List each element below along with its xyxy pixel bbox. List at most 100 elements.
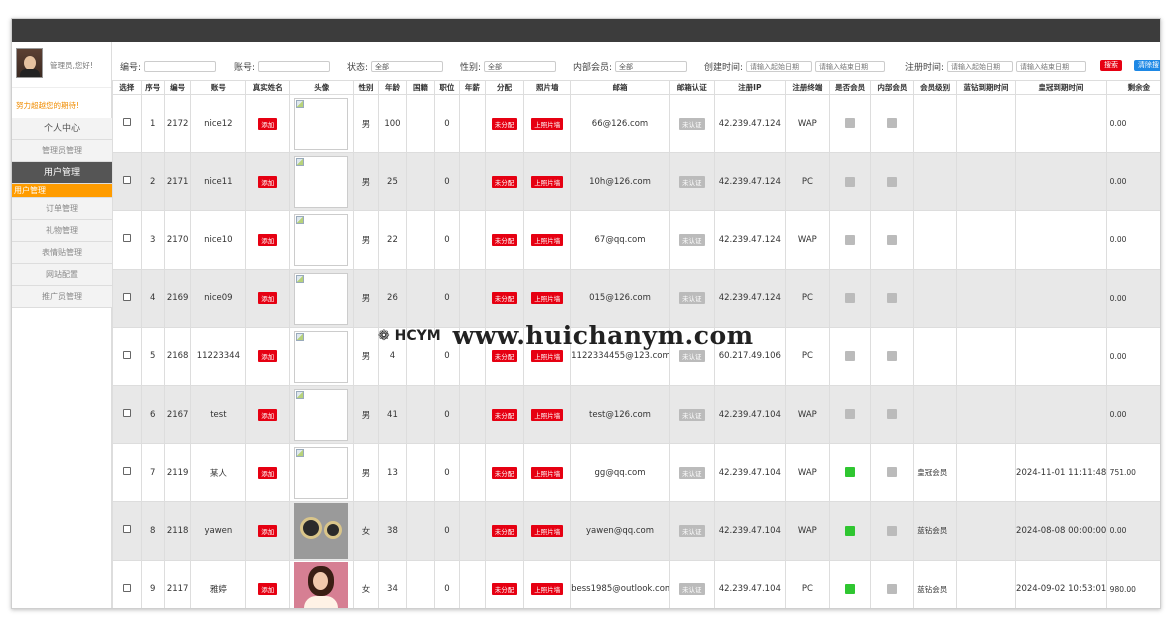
- reg-start-input[interactable]: [947, 61, 1014, 72]
- add-realname-button[interactable]: 添加: [258, 466, 278, 479]
- assign-button[interactable]: 未分配: [491, 350, 518, 363]
- col-header: 蓝钻到期时间: [955, 80, 1017, 95]
- row-checkbox[interactable]: [122, 234, 131, 243]
- photo-wall-button[interactable]: 上照片墙: [531, 117, 564, 130]
- cell-level: [913, 93, 957, 154]
- menu-admins[interactable]: 管理员管理: [12, 140, 112, 162]
- search-button[interactable]: 搜索: [1100, 60, 1122, 71]
- account: yawen: [204, 525, 233, 536]
- member-toggle[interactable]: [845, 176, 856, 187]
- created-start-input[interactable]: [746, 61, 813, 72]
- row-checkbox[interactable]: [122, 525, 131, 534]
- add-realname-button[interactable]: 添加: [258, 117, 278, 130]
- photo-wall-button[interactable]: 上照片墙: [531, 233, 564, 246]
- add-realname-button[interactable]: 添加: [258, 292, 278, 305]
- cell-is-member: [828, 93, 872, 154]
- cell-seq: 8: [140, 501, 165, 561]
- internal-toggle[interactable]: [887, 525, 898, 536]
- menu-orders[interactable]: 订单管理: [12, 198, 112, 220]
- cell-select[interactable]: [112, 152, 142, 212]
- assign-button[interactable]: 未分配: [491, 175, 518, 188]
- photo-wall-button[interactable]: 上照片墙: [531, 466, 564, 479]
- internal-toggle[interactable]: [887, 467, 898, 478]
- member-toggle[interactable]: [845, 234, 856, 245]
- id-input[interactable]: [144, 61, 217, 72]
- add-realname-button[interactable]: 添加: [258, 524, 278, 537]
- reg-end-input[interactable]: [1016, 61, 1087, 72]
- assign-button[interactable]: 未分配: [491, 117, 518, 130]
- photo-wall-button[interactable]: 上照片墙: [531, 524, 564, 537]
- assign-button[interactable]: 未分配: [491, 408, 518, 421]
- assign-button[interactable]: 未分配: [491, 583, 518, 596]
- row-checkbox[interactable]: [122, 350, 131, 359]
- cell-email-verify: 未认证: [668, 443, 715, 503]
- assign-button[interactable]: 未分配: [491, 524, 518, 537]
- add-realname-button[interactable]: 添加: [258, 175, 278, 188]
- row-checkbox[interactable]: [122, 292, 131, 301]
- internal-toggle[interactable]: [887, 583, 898, 594]
- clear-search-button[interactable]: 清除搜: [1134, 60, 1160, 71]
- cell-annual-salary: [459, 443, 486, 503]
- member-toggle[interactable]: [845, 583, 856, 594]
- menu-stickers[interactable]: 表情贴管理: [12, 242, 112, 264]
- menu-users-sub[interactable]: 用户管理: [12, 184, 112, 198]
- member-toggle[interactable]: [845, 118, 856, 129]
- internal-toggle[interactable]: [887, 118, 898, 129]
- account: nice11: [204, 176, 233, 187]
- internal-toggle[interactable]: [887, 292, 898, 303]
- photo-wall-button[interactable]: 上照片墙: [531, 175, 564, 188]
- cell-select[interactable]: [112, 326, 142, 386]
- row-checkbox[interactable]: [122, 409, 131, 418]
- email-verify-badge: 未认证: [679, 350, 705, 363]
- table-row: 9 2117 雅婷 添加 女 34 0 未分配 上照片墙 bess1985@outlook.com…: [112, 559, 1160, 608]
- member-toggle[interactable]: [845, 525, 856, 536]
- internal-select[interactable]: [615, 61, 688, 72]
- add-realname-button[interactable]: 添加: [258, 583, 278, 596]
- cell-select[interactable]: [112, 443, 142, 503]
- photo-wall-button[interactable]: 上照片墙: [531, 408, 564, 421]
- cell-seq: 7: [140, 443, 165, 503]
- member-toggle[interactable]: [845, 467, 856, 478]
- cell-select[interactable]: [112, 268, 142, 328]
- member-toggle[interactable]: [845, 409, 856, 420]
- row-checkbox[interactable]: [122, 583, 131, 592]
- menu-profile[interactable]: 个人中心: [12, 118, 112, 140]
- member-level: 蓝钻会员: [917, 526, 948, 536]
- cell-balance: 0.00: [1105, 93, 1160, 154]
- row-checkbox[interactable]: [122, 118, 131, 127]
- assign-button[interactable]: 未分配: [491, 233, 518, 246]
- cell-select[interactable]: [112, 559, 142, 608]
- created-end-input[interactable]: [815, 61, 886, 72]
- member-toggle[interactable]: [845, 351, 856, 362]
- gender-select[interactable]: [484, 61, 557, 72]
- cell-assign: 未分配: [484, 268, 525, 328]
- add-realname-button[interactable]: 添加: [258, 350, 278, 363]
- photo-wall-button[interactable]: 上照片墙: [531, 292, 564, 305]
- photo-wall-button[interactable]: 上照片墙: [531, 583, 564, 596]
- add-realname-button[interactable]: 添加: [258, 408, 278, 421]
- internal-toggle[interactable]: [887, 409, 898, 420]
- add-realname-button[interactable]: 添加: [258, 233, 278, 246]
- status-select[interactable]: [371, 61, 444, 72]
- internal-toggle[interactable]: [887, 176, 898, 187]
- photo-wall-button[interactable]: 上照片墙: [531, 350, 564, 363]
- cell-realname: 添加: [245, 210, 291, 270]
- menu-promoters[interactable]: 推广员管理: [12, 286, 112, 308]
- account-input[interactable]: [258, 61, 331, 72]
- cell-select[interactable]: [112, 384, 142, 445]
- row-checkbox[interactable]: [122, 467, 131, 476]
- cell-select[interactable]: [112, 501, 142, 561]
- cell-select[interactable]: [112, 210, 142, 270]
- assign-button[interactable]: 未分配: [491, 466, 518, 479]
- assign-button[interactable]: 未分配: [491, 292, 518, 305]
- internal-toggle[interactable]: [887, 351, 898, 362]
- menu-gifts[interactable]: 礼物管理: [12, 220, 112, 242]
- menu-users[interactable]: 用户管理: [12, 162, 112, 184]
- cell-realname: 添加: [245, 93, 291, 154]
- menu-site-config[interactable]: 网站配置: [12, 264, 112, 286]
- cell-seq: 6: [140, 384, 165, 445]
- cell-select[interactable]: [112, 93, 142, 154]
- internal-toggle[interactable]: [887, 234, 898, 245]
- member-toggle[interactable]: [845, 292, 856, 303]
- row-checkbox[interactable]: [122, 176, 131, 185]
